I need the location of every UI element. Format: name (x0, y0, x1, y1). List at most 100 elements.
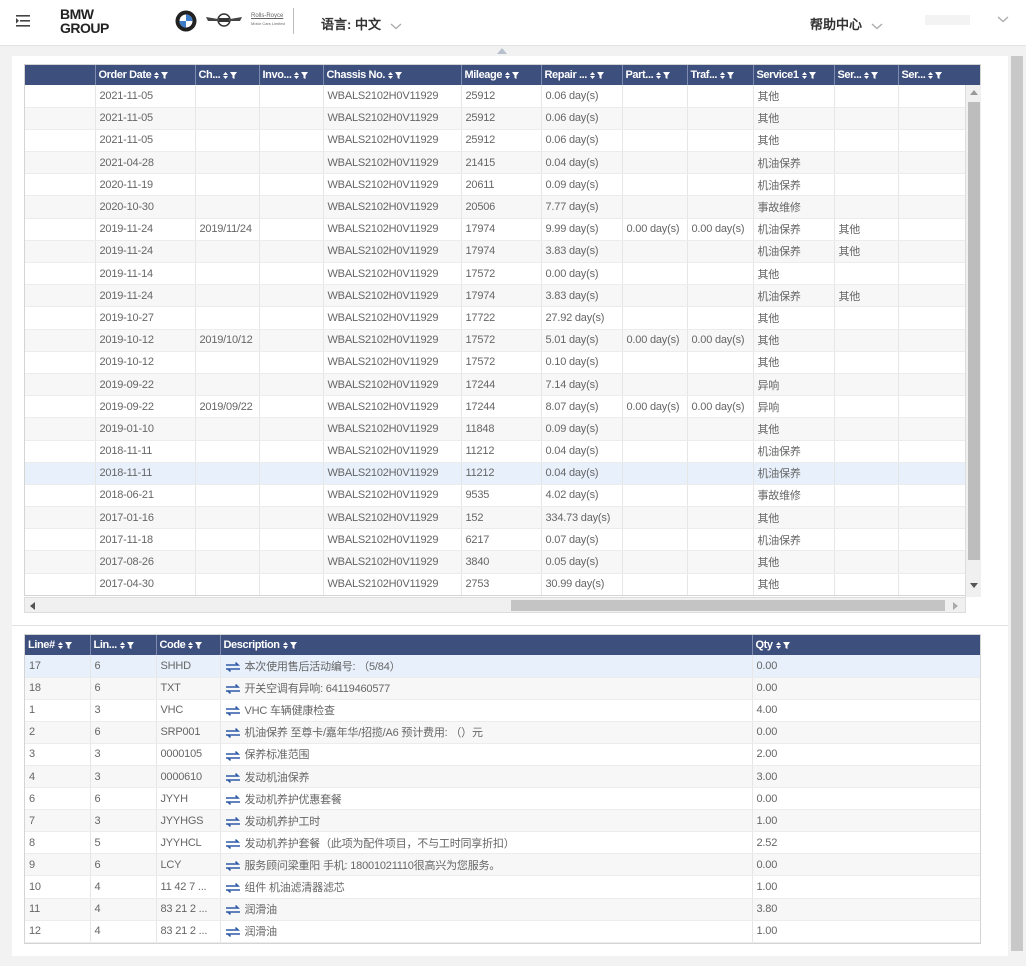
orders-grid-cell-text: 30.99 day(s) (545, 578, 605, 591)
orders-grid-col-header[interactable]: Ser... (834, 65, 899, 85)
orders-grid-row[interactable]: 2019-01-10 WBALS2102H0V11929 11848 0.09 day… (25, 417, 980, 441)
orders-grid-row[interactable]: 2019-10-12 2019/10/12 WBALS2102H0V11929 175… (25, 329, 980, 352)
page-vertical-scrollbar[interactable] (1010, 46, 1026, 966)
orders-grid-row[interactable]: 2017-04-30 WBALS2102H0V11929 2753 30.99 day… (25, 573, 980, 595)
swap-arrows-icon[interactable] (225, 883, 241, 894)
orders-grid-row[interactable]: 2021-04-28 WBALS2102H0V11929 21415 0.04 day… (25, 151, 980, 175)
lines-grid-row[interactable]: 12 4 83 21 2 ... 润滑油 1.00 (25, 920, 980, 943)
lines-grid-row[interactable]: 1 3 VHC VHC 车辆健康检查 4.00 (25, 699, 980, 722)
lines-grid-row[interactable]: 17 6 SHHD 本次使用售后活动编号: （5/84） 0.00 (25, 655, 980, 678)
sort-filter-icon[interactable] (57, 640, 73, 650)
orders-grid-col-header[interactable]: Mileage (461, 65, 542, 85)
orders-grid-row[interactable]: 2019-11-14 WBALS2102H0V11929 17572 0.00 day… (25, 262, 980, 286)
scroll-left-icon[interactable] (29, 602, 35, 610)
sort-filter-icon[interactable] (801, 70, 817, 80)
orders-grid-row[interactable]: 2018-11-11 WBALS2102H0V11929 11212 0.04 day… (25, 440, 980, 463)
language-selector[interactable]: 语言: 中文 (321, 14, 403, 33)
sort-filter-icon[interactable] (719, 70, 735, 80)
swap-arrows-icon[interactable] (225, 861, 241, 871)
orders-grid-row[interactable]: 2019-10-27 WBALS2102H0V11929 17722 27.92 da… (25, 306, 980, 330)
sort-filter-icon[interactable] (187, 640, 203, 650)
orders-grid-row[interactable]: 2020-11-19 WBALS2102H0V11929 20611 0.09 day… (25, 173, 980, 197)
sort-filter-icon[interactable] (775, 640, 791, 650)
sort-filter-icon[interactable] (222, 70, 238, 80)
collapse-up-icon[interactable] (496, 47, 508, 55)
orders-grid-row[interactable]: 2019-11-24 WBALS2102H0V11929 17974 3.83 day… (25, 284, 980, 308)
sort-filter-icon[interactable] (655, 70, 671, 80)
sort-filter-icon[interactable] (927, 70, 943, 80)
orders-grid-row[interactable]: 2021-11-05 WBALS2102H0V11929 25912 0.06 day… (25, 129, 980, 153)
orders-grid-col-header[interactable]: Repair ... (541, 65, 623, 85)
sort-filter-icon[interactable] (387, 70, 403, 80)
orders-grid-cell (195, 373, 260, 397)
menu-icon[interactable] (14, 12, 32, 30)
lines-grid-col-header[interactable]: Description (220, 635, 753, 655)
lines-grid-row[interactable]: 7 3 JYYHGS 发动机养护工时 1.00 (25, 809, 980, 833)
orders-grid-col-header[interactable]: Part... (622, 65, 688, 85)
lines-grid-row[interactable]: 18 6 TXT 开关空调有异响: 64119460577 0.00 (25, 677, 980, 700)
scroll-down-icon[interactable] (970, 583, 978, 589)
orders-grid-col-header[interactable]: Order Date (95, 65, 196, 85)
sort-filter-icon[interactable] (119, 640, 135, 650)
orders-grid-row[interactable]: 2017-01-16 WBALS2102H0V11929 152 334.73 day… (25, 506, 980, 530)
sort-filter-icon[interactable] (153, 70, 169, 80)
help-center-menu[interactable]: 帮助中心 (810, 14, 884, 33)
orders-grid-row[interactable]: 2018-11-11 WBALS2102H0V11929 11212 0.04 day… (25, 462, 980, 485)
orders-grid-row[interactable]: 2020-10-30 WBALS2102H0V11929 20506 7.77 day… (25, 195, 980, 219)
orders-grid-row[interactable]: 2019-11-24 WBALS2102H0V11929 17974 3.83 day… (25, 240, 980, 264)
orders-grid-row[interactable]: 2017-11-18 WBALS2102H0V11929 6217 0.07 day(… (25, 528, 980, 552)
swap-arrows-icon[interactable] (225, 838, 241, 849)
swap-arrows-icon[interactable] (225, 772, 241, 783)
sort-filter-icon[interactable] (589, 70, 605, 80)
orders-grid-horizontal-scrollbar[interactable] (24, 597, 966, 613)
lines-grid-row[interactable]: 6 6 JYYH 发动机养护优惠套餐 0.00 (25, 787, 980, 811)
lines-grid-row[interactable]: 3 3 0000105 保养标准范围 2.00 (25, 743, 980, 766)
lines-grid-row[interactable]: 9 6 LCY 服务顾问梁重阳 手机: 18001021110很高兴为您服务。 0.00 (25, 853, 980, 877)
sort-filter-icon[interactable] (863, 70, 879, 80)
orders-grid-col-header[interactable]: Ch... (195, 65, 260, 85)
orders-grid-row[interactable]: 2019-10-12 WBALS2102H0V11929 17572 0.10 day… (25, 351, 980, 374)
orders-grid-row[interactable]: 2018-06-21 WBALS2102H0V11929 9535 4.02 day(… (25, 484, 980, 508)
lines-grid-col-header[interactable]: Lin... (90, 635, 157, 655)
orders-grid-col-header[interactable]: Service1 (753, 65, 835, 85)
swap-arrows-icon[interactable] (225, 794, 241, 805)
orders-grid-col-header[interactable]: Traf... (687, 65, 754, 85)
swap-arrows-icon[interactable] (225, 661, 241, 672)
orders-grid-row[interactable]: 2021-11-05 WBALS2102H0V11929 25912 0.06 day… (25, 85, 980, 108)
lines-grid-col-label: Lin... (93, 639, 118, 651)
orders-grid-col-header[interactable] (25, 65, 96, 85)
orders-grid-hscroll-thumb[interactable] (511, 600, 945, 611)
orders-grid-col-header[interactable]: Chassis No. (323, 65, 462, 85)
lines-grid-row[interactable]: 8 5 JYYHCL 发动机养护套餐（此项为配件项目，不与工时同享折扣） 2.52 (25, 831, 980, 855)
swap-arrows-icon[interactable] (225, 750, 241, 761)
orders-grid-row[interactable]: 2019-09-22 WBALS2102H0V11929 17244 7.14 day… (25, 373, 980, 397)
orders-grid-row[interactable]: 2017-08-26 WBALS2102H0V11929 3840 0.05 day(… (25, 550, 980, 574)
swap-arrows-icon[interactable] (225, 905, 241, 916)
lines-grid-row[interactable]: 11 4 83 21 2 ... 润滑油 3.80 (25, 898, 980, 921)
sort-filter-icon[interactable] (282, 640, 298, 650)
orders-grid-col-header[interactable]: Ser... (898, 65, 980, 85)
lines-grid-col-header[interactable]: Code (156, 635, 221, 655)
lines-grid-row[interactable]: 2 6 SRP001 机油保养 至尊卡/嘉年华/招揽/A6 预计费用: （）元 0.00 (25, 721, 980, 744)
orders-grid-vertical-scrollbar[interactable] (965, 85, 981, 597)
swap-arrows-icon[interactable] (225, 927, 241, 938)
orders-grid-row[interactable]: 2019-11-24 2019/11/24 WBALS2102H0V11929 179… (25, 218, 980, 241)
user-menu-chevron-icon[interactable] (996, 14, 1010, 24)
orders-grid-vscroll-thumb[interactable] (968, 102, 980, 560)
orders-grid-col-header[interactable]: Invo... (259, 65, 324, 85)
scroll-up-icon[interactable] (970, 89, 978, 95)
sort-filter-icon[interactable] (504, 70, 520, 80)
swap-arrows-icon[interactable] (225, 816, 241, 827)
swap-arrows-icon[interactable] (225, 684, 241, 695)
sort-filter-icon[interactable] (293, 70, 309, 80)
lines-grid-row[interactable]: 4 3 0000610 发动机油保养 3.00 (25, 765, 980, 789)
lines-grid-row[interactable]: 10 4 11 42 7 ... 组件 机油滤清器滤芯 1.00 (25, 875, 980, 899)
swap-arrows-icon[interactable] (225, 728, 241, 739)
page-vscroll-thumb[interactable] (1011, 56, 1023, 951)
lines-grid-col-header[interactable]: Qty (752, 635, 980, 655)
lines-grid-col-header[interactable]: Line# (25, 635, 91, 655)
scroll-right-icon[interactable] (953, 602, 959, 610)
orders-grid-row[interactable]: 2021-11-05 WBALS2102H0V11929 25912 0.06 day… (25, 107, 980, 130)
orders-grid-row[interactable]: 2019-09-22 2019/09/22 WBALS2102H0V11929 172… (25, 395, 980, 419)
swap-arrows-icon[interactable] (225, 706, 241, 717)
